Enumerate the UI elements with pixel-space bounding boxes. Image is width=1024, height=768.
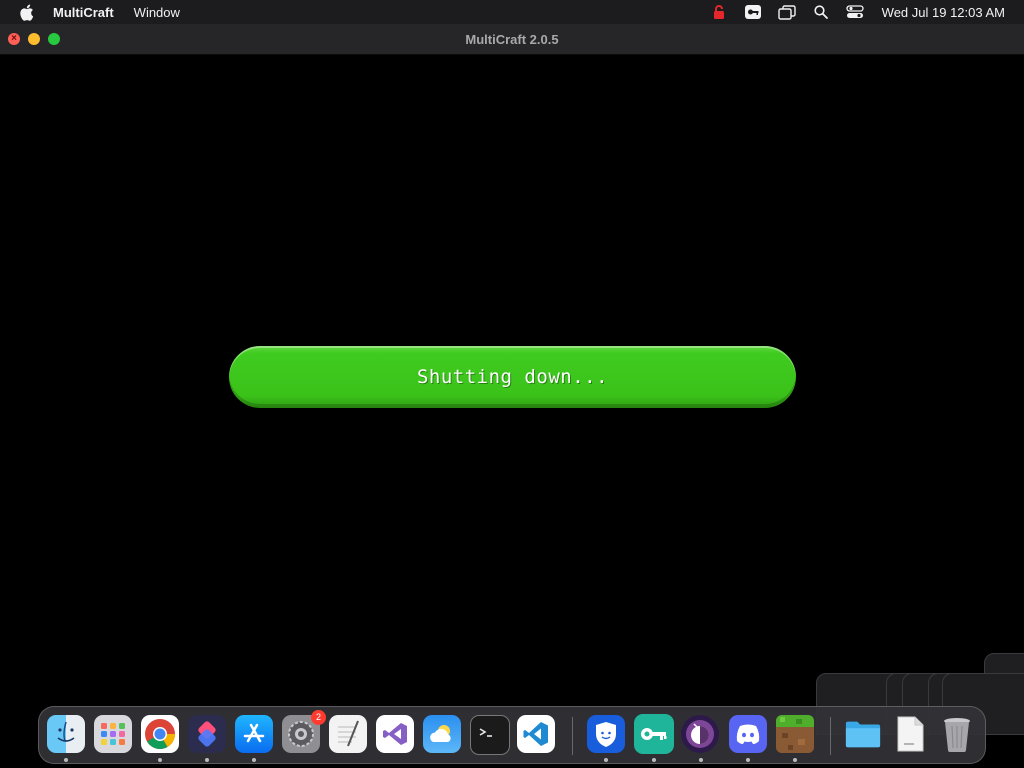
lock-icon[interactable] <box>708 4 730 20</box>
system-settings-icon[interactable]: 2 <box>282 710 326 753</box>
maximize-window-button[interactable] <box>48 33 60 45</box>
shortcuts-icon[interactable] <box>188 715 226 753</box>
bitwarden-icon[interactable] <box>587 715 625 753</box>
status-text: Shutting down... <box>416 366 609 388</box>
vscode-icon[interactable] <box>517 715 555 753</box>
minimize-window-button[interactable] <box>28 33 40 45</box>
running-indicator <box>205 758 209 762</box>
running-indicator <box>793 758 797 762</box>
window-titlebar[interactable]: × MultiCraft 2.0.5 <box>0 24 1024 55</box>
menubar-clock[interactable]: Wed Jul 19 12:03 AM <box>882 5 1005 20</box>
textedit-icon[interactable] <box>329 715 367 753</box>
key-app-icon[interactable] <box>634 714 674 754</box>
app-store-icon[interactable] <box>235 715 273 753</box>
key-icon[interactable] <box>742 4 764 20</box>
chrome-icon[interactable] <box>141 715 179 753</box>
window-title: MultiCraft 2.0.5 <box>465 31 559 47</box>
apple-menu-icon[interactable] <box>17 3 35 21</box>
tor-browser-icon[interactable] <box>681 715 719 753</box>
close-icon: × <box>11 33 17 44</box>
discord-icon[interactable] <box>729 715 767 753</box>
running-indicator <box>746 758 750 762</box>
weather-icon[interactable] <box>423 715 461 753</box>
close-window-button[interactable]: × <box>8 33 20 45</box>
running-indicator <box>158 758 162 762</box>
running-indicator <box>64 758 68 762</box>
dock: 2 <box>38 706 986 764</box>
menu-window[interactable]: Window <box>134 5 180 20</box>
running-indicator <box>652 758 656 762</box>
window-icon[interactable] <box>776 4 798 20</box>
finder-icon[interactable] <box>47 715 85 753</box>
running-indicator <box>604 758 608 762</box>
search-icon[interactable] <box>810 4 832 20</box>
menu-bar: MultiCraft Window Wed Jul 19 12:03 AM <box>0 0 1024 24</box>
dock-separator <box>572 717 573 755</box>
terminal-icon[interactable] <box>470 715 510 755</box>
multicraft-icon[interactable] <box>776 715 814 753</box>
launchpad-icon[interactable] <box>94 715 132 753</box>
dock-separator <box>830 717 831 755</box>
running-indicator <box>252 758 256 762</box>
running-indicator <box>699 758 703 762</box>
document-icon[interactable] <box>891 715 929 753</box>
notification-badge: 2 <box>311 710 326 725</box>
app-menu[interactable]: MultiCraft <box>53 5 114 20</box>
trash-icon[interactable] <box>938 715 976 753</box>
folder-icon[interactable] <box>844 715 882 753</box>
control-center-icon[interactable] <box>844 4 866 20</box>
shutdown-status-banner: Shutting down... <box>229 346 796 408</box>
visual-studio-icon[interactable] <box>376 715 414 753</box>
